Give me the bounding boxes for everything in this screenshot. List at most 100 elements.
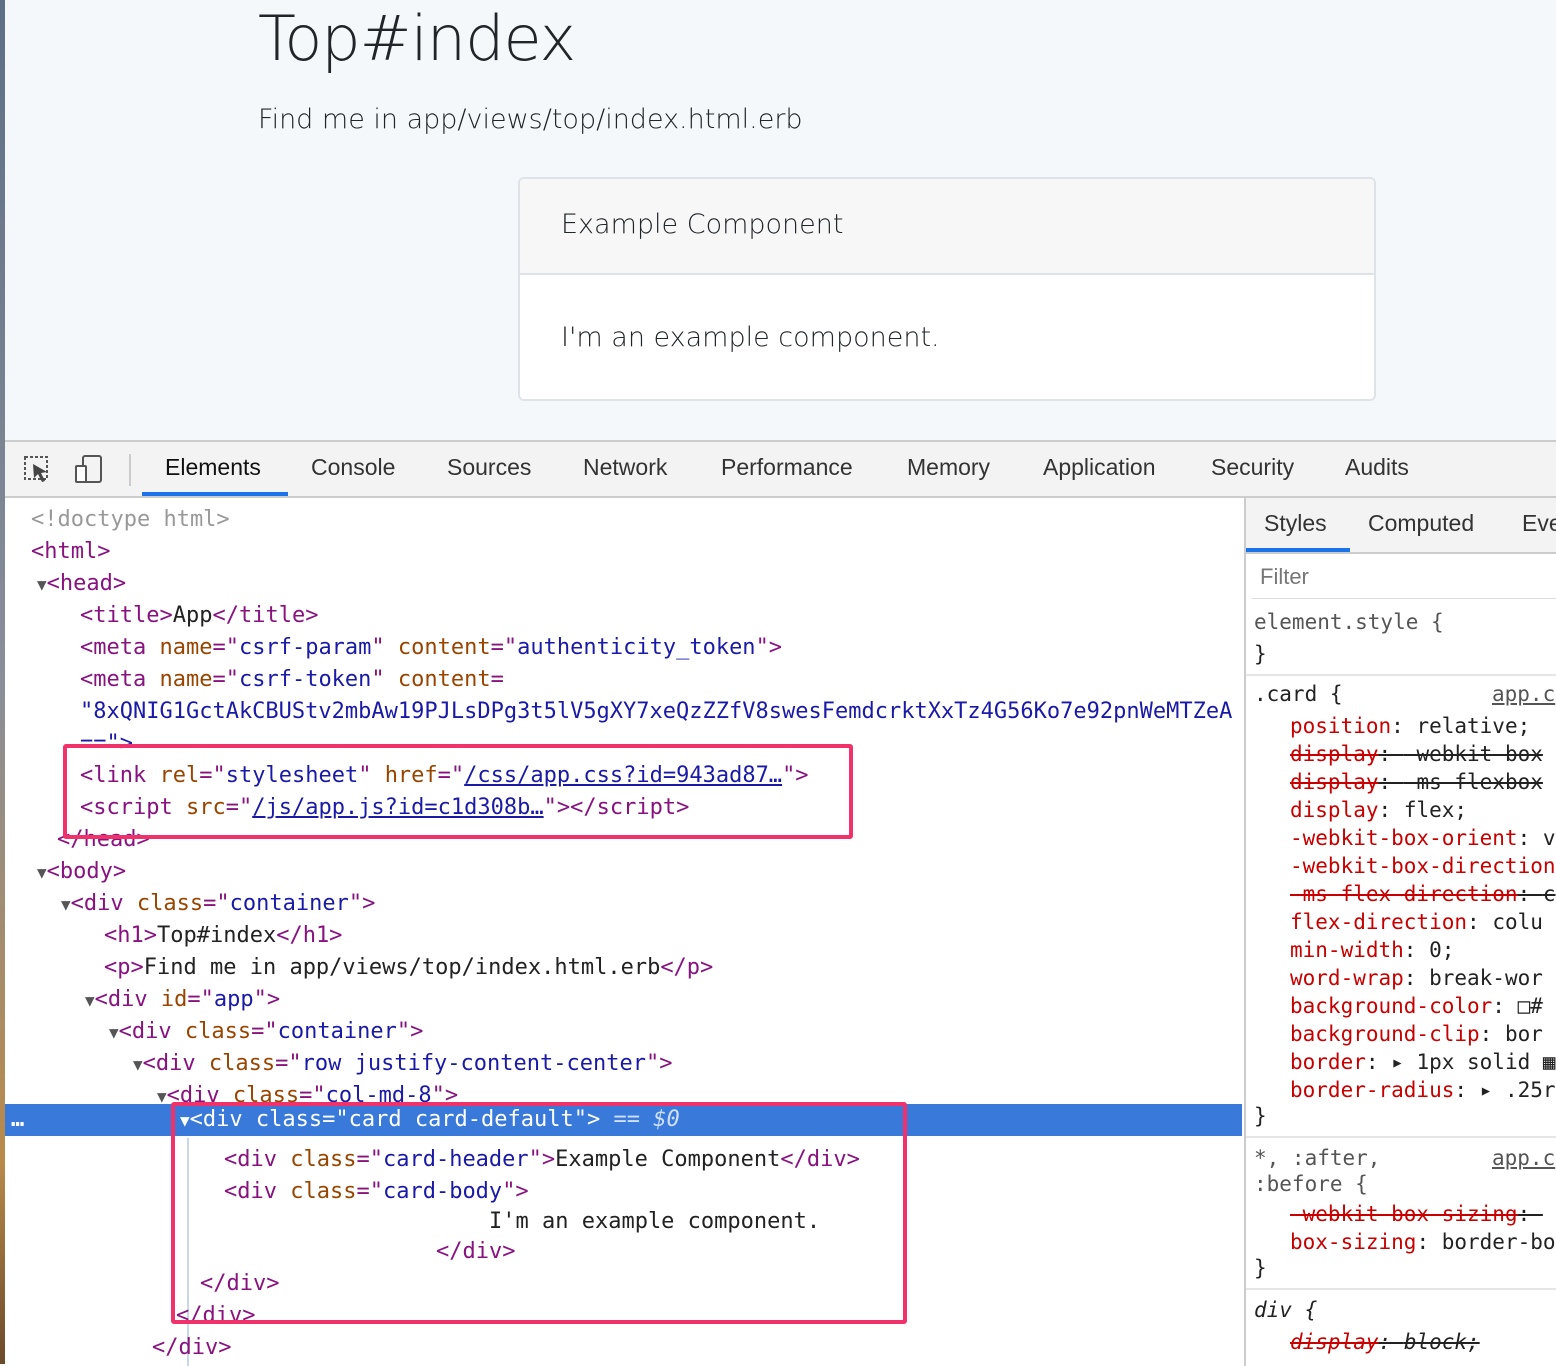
css-property-colon: : bbox=[1518, 1202, 1543, 1226]
css-property-colon: : bbox=[1391, 714, 1416, 738]
css-property-name: -webkit-box-sizing bbox=[1290, 1202, 1518, 1226]
css-property-colon: : bbox=[1379, 770, 1404, 794]
styles-filter-input[interactable]: Filter bbox=[1252, 558, 1556, 599]
css-property-name: background-color bbox=[1290, 994, 1492, 1018]
css-property-value: □# bbox=[1518, 994, 1543, 1018]
element-style-rule[interactable]: element.style { bbox=[1254, 608, 1444, 636]
css-property-colon: : bbox=[1518, 826, 1543, 850]
css-property-value: -webkit-box bbox=[1404, 742, 1543, 766]
css-property-row[interactable]: flex-direction: colu bbox=[1290, 908, 1543, 936]
css-property-row[interactable]: display: -webkit-box bbox=[1290, 740, 1543, 768]
node-meta-csrf-token[interactable]: <meta name="csrf-token" content= bbox=[80, 664, 504, 696]
node-row-close[interactable]: </div> bbox=[152, 1332, 231, 1364]
devtools-toolbar: Elements Console Sources Network Perform… bbox=[5, 442, 1556, 498]
div-rule-prop[interactable]: display: block; bbox=[1290, 1328, 1480, 1356]
css-property-colon: : bbox=[1467, 910, 1492, 934]
tab-sources[interactable]: Sources bbox=[447, 454, 531, 496]
node-head[interactable]: ▼<head> bbox=[37, 568, 126, 600]
css-property-colon: : bbox=[1404, 938, 1429, 962]
tab-computed[interactable]: Computed bbox=[1368, 510, 1474, 537]
devtools-panel: Elements Console Sources Network Perform… bbox=[5, 440, 1556, 1366]
css-property-value: -ms-flexbox bbox=[1404, 770, 1543, 794]
css-property-value: ▸ 1px solid ▦ bbox=[1391, 1050, 1555, 1074]
css-property-row[interactable]: -webkit-box-orient: v bbox=[1290, 824, 1556, 852]
css-property-value: 0; bbox=[1429, 938, 1454, 962]
node-html[interactable]: <html> bbox=[31, 536, 110, 568]
css-property-name: -webkit-box-orient bbox=[1290, 826, 1518, 850]
tab-performance[interactable]: Performance bbox=[721, 454, 853, 496]
rule-separator bbox=[1246, 674, 1556, 676]
page-lead-text: Find me in app/views/top/index.html.erb bbox=[258, 104, 803, 135]
css-property-name: background-clip bbox=[1290, 1022, 1480, 1046]
div-rule-selector[interactable]: div { bbox=[1254, 1296, 1317, 1324]
active-sidebar-tab-indicator bbox=[1246, 548, 1350, 552]
css-property-row[interactable]: -webkit-box-sizing: bbox=[1290, 1200, 1543, 1228]
example-card: Example Component I'm an example compone… bbox=[518, 177, 1376, 401]
node-h1[interactable]: <h1>Top#index</h1> bbox=[104, 920, 342, 952]
device-toolbar-icon[interactable] bbox=[75, 454, 103, 484]
tab-memory[interactable]: Memory bbox=[907, 454, 990, 496]
card-rule-close: } bbox=[1254, 1102, 1267, 1130]
css-property-value: relative; bbox=[1416, 714, 1530, 738]
css-property-row[interactable]: position: relative; bbox=[1290, 712, 1530, 740]
css-property-row[interactable]: background-color: □# bbox=[1290, 992, 1543, 1020]
inspect-arrow-icon[interactable] bbox=[23, 454, 51, 484]
css-property-row[interactable]: border-radius: ▸ .25re bbox=[1290, 1076, 1556, 1104]
node-title[interactable]: <title>App</title> bbox=[80, 600, 318, 632]
css-property-row[interactable]: display: flex; bbox=[1290, 796, 1467, 824]
node-div-container[interactable]: ▼<div class="container"> bbox=[61, 888, 375, 920]
node-body[interactable]: ▼<body> bbox=[37, 856, 126, 888]
css-property-row[interactable]: display: -ms-flexbox bbox=[1290, 768, 1543, 796]
css-property-colon: : bbox=[1379, 742, 1404, 766]
css-property-row[interactable]: word-wrap: break-wor bbox=[1290, 964, 1543, 992]
node-div-inner-container[interactable]: ▼<div class="container"> bbox=[109, 1016, 423, 1048]
universal-rule-selector-1[interactable]: *, :after, bbox=[1254, 1144, 1380, 1172]
node-p[interactable]: <p>Find me in app/views/top/index.html.e… bbox=[104, 952, 713, 984]
filter-placeholder: Filter bbox=[1260, 564, 1309, 590]
tab-application[interactable]: Application bbox=[1043, 454, 1156, 496]
css-property-row[interactable]: -ms-flex-direction: c bbox=[1290, 880, 1556, 908]
styles-sidebar: Styles Computed Eve Filter element.style… bbox=[1244, 498, 1556, 1366]
css-property-name: -webkit-box-direction bbox=[1290, 854, 1556, 878]
universal-rule-selector-2[interactable]: :before { bbox=[1254, 1170, 1368, 1198]
node-meta-csrf-param[interactable]: <meta name="csrf-param" content="authent… bbox=[80, 632, 782, 664]
css-property-row[interactable]: box-sizing: border-bo bbox=[1290, 1228, 1556, 1256]
css-property-row[interactable]: -webkit-box-direction: bbox=[1290, 852, 1556, 880]
tab-security[interactable]: Security bbox=[1211, 454, 1294, 496]
active-tab-indicator bbox=[142, 492, 288, 496]
tab-audits[interactable]: Audits bbox=[1345, 454, 1409, 496]
elements-tree[interactable]: … ▼<div class="card card-default"> == $0… bbox=[5, 498, 1242, 1366]
css-property-row[interactable]: background-clip: bor bbox=[1290, 1020, 1543, 1048]
css-property-value: flex; bbox=[1404, 798, 1467, 822]
universal-rule-source-link[interactable]: app.c bbox=[1492, 1144, 1555, 1172]
css-property-value: c bbox=[1543, 882, 1556, 906]
node-doctype[interactable]: <!doctype html> bbox=[31, 504, 230, 536]
css-property-colon: : bbox=[1454, 1078, 1479, 1102]
highlight-box-card bbox=[171, 1102, 907, 1324]
css-property-row[interactable]: min-width: 0; bbox=[1290, 936, 1454, 964]
tab-console[interactable]: Console bbox=[311, 454, 395, 496]
card-rule-source-link[interactable]: app.c bbox=[1492, 680, 1555, 708]
tab-elements[interactable]: Elements bbox=[165, 454, 261, 496]
css-property-value: colu bbox=[1492, 910, 1543, 934]
tab-styles[interactable]: Styles bbox=[1264, 510, 1327, 537]
browser-page: Top#index Find me in app/views/top/index… bbox=[5, 0, 1556, 440]
tab-event-listeners[interactable]: Eve bbox=[1522, 510, 1556, 537]
css-property-name: border bbox=[1290, 1050, 1366, 1074]
css-property-value: bor bbox=[1505, 1022, 1543, 1046]
tab-network[interactable]: Network bbox=[583, 454, 667, 496]
universal-rule-close: } bbox=[1254, 1254, 1267, 1282]
css-property-name: position bbox=[1290, 714, 1391, 738]
page-title: Top#index bbox=[258, 2, 575, 75]
card-rule-selector[interactable]: .card { bbox=[1254, 680, 1343, 708]
node-div-row[interactable]: ▼<div class="row justify-content-center"… bbox=[133, 1048, 672, 1080]
card-header: Example Component bbox=[520, 179, 1374, 275]
css-property-name: box-sizing bbox=[1290, 1230, 1416, 1254]
sidebar-tabs: Styles Computed Eve bbox=[1246, 498, 1556, 554]
css-property-name: -ms-flex-direction bbox=[1290, 882, 1518, 906]
css-property-row[interactable]: border: ▸ 1px solid ▦ bbox=[1290, 1048, 1556, 1076]
more-actions-ellipsis[interactable]: … bbox=[11, 1104, 24, 1136]
node-div-app[interactable]: ▼<div id="app"> bbox=[85, 984, 280, 1016]
node-meta-token-value[interactable]: "8xQNIG1GctAkCBUStv2mbAw19PJLsDPg3t5lV5g… bbox=[80, 696, 1232, 728]
css-property-name: word-wrap bbox=[1290, 966, 1404, 990]
